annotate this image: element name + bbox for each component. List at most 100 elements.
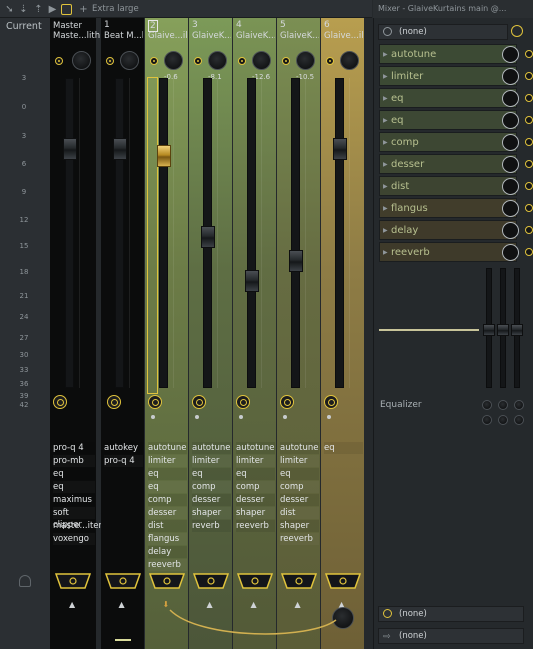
route-button[interactable] <box>53 395 67 409</box>
mute-led[interactable] <box>55 57 63 65</box>
pan-knob[interactable] <box>72 51 91 70</box>
fx-slot[interactable]: shaper <box>192 507 231 519</box>
pan-knob[interactable] <box>164 51 183 70</box>
fx-slot[interactable]: dist <box>148 520 187 532</box>
mix-knob[interactable] <box>502 90 519 107</box>
fx-slot[interactable]: pro-q 4 <box>53 442 95 454</box>
send-button[interactable] <box>104 573 142 589</box>
strip-name[interactable]: Master <box>53 21 95 31</box>
fx-slot[interactable]: eq <box>148 481 187 493</box>
arrow-down-icon[interactable]: ⇣ <box>18 4 29 15</box>
slot-enable-led[interactable] <box>525 160 533 168</box>
volume-fader[interactable] <box>112 138 127 160</box>
fx-slot[interactable]: desser <box>236 494 275 506</box>
slot-enable-led[interactable] <box>525 50 533 58</box>
fx-slot[interactable]: maximus <box>53 494 95 506</box>
send-button[interactable] <box>192 573 230 589</box>
mixer-strip[interactable]: 4GlaiveK...lith-12.6autotunelimitereqcom… <box>233 18 276 649</box>
volume-fader[interactable] <box>156 145 171 167</box>
insert-slot[interactable]: ▶ delay <box>379 220 533 241</box>
volume-fader[interactable] <box>332 138 347 160</box>
fx-slot[interactable]: eq <box>280 468 319 480</box>
fx-slot[interactable]: limiter <box>280 455 319 467</box>
strip-name[interactable]: Glaive...ilith <box>148 31 187 41</box>
mix-knob[interactable] <box>502 134 519 151</box>
slot-enable-led[interactable] <box>525 226 533 234</box>
send-button[interactable] <box>54 573 92 589</box>
mix-knob[interactable] <box>502 46 519 63</box>
expand-icon[interactable]: ▶ <box>383 177 388 197</box>
fx-slot[interactable]: eq <box>324 442 363 454</box>
down-arrow-icon[interactable]: ⬇ <box>163 600 170 609</box>
pan-knob[interactable] <box>120 51 139 70</box>
strip-name[interactable]: Beat M...lith <box>104 31 143 41</box>
fx-slot[interactable]: autotune <box>280 442 319 454</box>
expand-icon[interactable]: ▶ <box>383 111 388 131</box>
eq-knob[interactable] <box>514 415 524 425</box>
expand-icon[interactable]: ▶ <box>383 243 388 263</box>
fx-slot[interactable]: autotune <box>192 442 231 454</box>
mix-knob[interactable] <box>502 222 519 239</box>
up-arrow-icon[interactable]: ▲ <box>251 600 257 609</box>
expand-icon[interactable]: ▶ <box>383 221 388 241</box>
fx-slot[interactable]: eq <box>192 468 231 480</box>
fx-slot[interactable]: delay <box>148 546 187 558</box>
output-select-bottom[interactable]: ⇨ (none) <box>378 628 524 644</box>
fx-slot[interactable]: soft clipper <box>53 507 95 530</box>
fx-slot[interactable]: comp <box>236 481 275 493</box>
plus-icon[interactable]: + <box>78 4 89 15</box>
eq-knob[interactable] <box>482 415 492 425</box>
volume-fader[interactable] <box>244 270 259 292</box>
insert-slot[interactable]: ▶ eq <box>379 88 533 108</box>
fx-slot[interactable]: voxengo <box>53 533 95 545</box>
slot-enable-led[interactable] <box>525 94 533 102</box>
send-button[interactable] <box>280 573 318 589</box>
insert-slot[interactable]: ▶ desser <box>379 154 533 175</box>
fx-slot[interactable]: eq <box>53 481 95 493</box>
fx-slot[interactable]: flangus <box>148 533 187 545</box>
route-button[interactable] <box>148 395 162 409</box>
fx-slot[interactable]: reeverb <box>236 520 275 532</box>
expand-icon[interactable]: ▶ <box>383 67 388 87</box>
mute-led[interactable] <box>106 57 114 65</box>
mixer-strip[interactable]: 6Glaive...ilitheq▲ <box>321 18 364 649</box>
slot-enable-led[interactable] <box>525 72 533 80</box>
pan-knob[interactable] <box>252 51 271 70</box>
fx-slot[interactable]: autotune <box>236 442 275 454</box>
insert-slot[interactable]: ▶ reeverb <box>379 242 533 263</box>
fx-slot[interactable]: reeverb <box>280 533 319 545</box>
slot-enable-led[interactable] <box>525 116 533 124</box>
insert-slot[interactable]: ▶ flangus <box>379 198 533 218</box>
route-button[interactable] <box>107 395 121 409</box>
fx-slot[interactable]: limiter <box>192 455 231 467</box>
up-arrow-icon[interactable]: ▲ <box>119 600 125 609</box>
size-dropdown[interactable]: Extra large <box>92 4 139 14</box>
mixer-strip[interactable]: 2Glaive...ilith-0.6autotunelimitereqeqco… <box>145 18 188 649</box>
mix-knob[interactable] <box>502 112 519 129</box>
expand-icon[interactable]: ▶ <box>383 155 388 175</box>
mute-led[interactable] <box>194 57 202 65</box>
insert-slot[interactable]: ▶ autotune <box>379 44 533 65</box>
eq-fader[interactable] <box>497 324 509 336</box>
play-step-icon[interactable]: ▶ <box>47 4 58 15</box>
mute-led[interactable] <box>282 57 290 65</box>
up-arrow-icon[interactable]: ▲ <box>69 600 75 609</box>
fx-slot[interactable]: reverb <box>192 520 231 532</box>
slot-enable-led[interactable] <box>525 138 533 146</box>
fx-slot[interactable]: comp <box>192 481 231 493</box>
fx-slot[interactable]: shaper <box>280 520 319 532</box>
slot-enable-led[interactable] <box>525 204 533 212</box>
mix-knob[interactable] <box>502 68 519 85</box>
arrow-right-icon[interactable]: ➘ <box>4 4 15 15</box>
eq-knob[interactable] <box>498 415 508 425</box>
send-button[interactable] <box>324 573 362 589</box>
fx-slot[interactable]: dist <box>280 507 319 519</box>
fx-slot[interactable]: autotune <box>148 442 187 454</box>
slot-enable-led[interactable] <box>525 248 533 256</box>
insert-slot[interactable]: ▶ dist <box>379 176 533 197</box>
mixer-strip[interactable]: 5GlaiveK...lith-10.5autotunelimitereqcom… <box>277 18 320 649</box>
volume-fader[interactable] <box>288 250 303 272</box>
mixer-strip[interactable]: 1Beat M...lith autokeypro-q 4 ▲ <box>101 18 144 649</box>
mute-led[interactable] <box>238 57 246 65</box>
expand-icon[interactable]: ▶ <box>383 45 388 65</box>
